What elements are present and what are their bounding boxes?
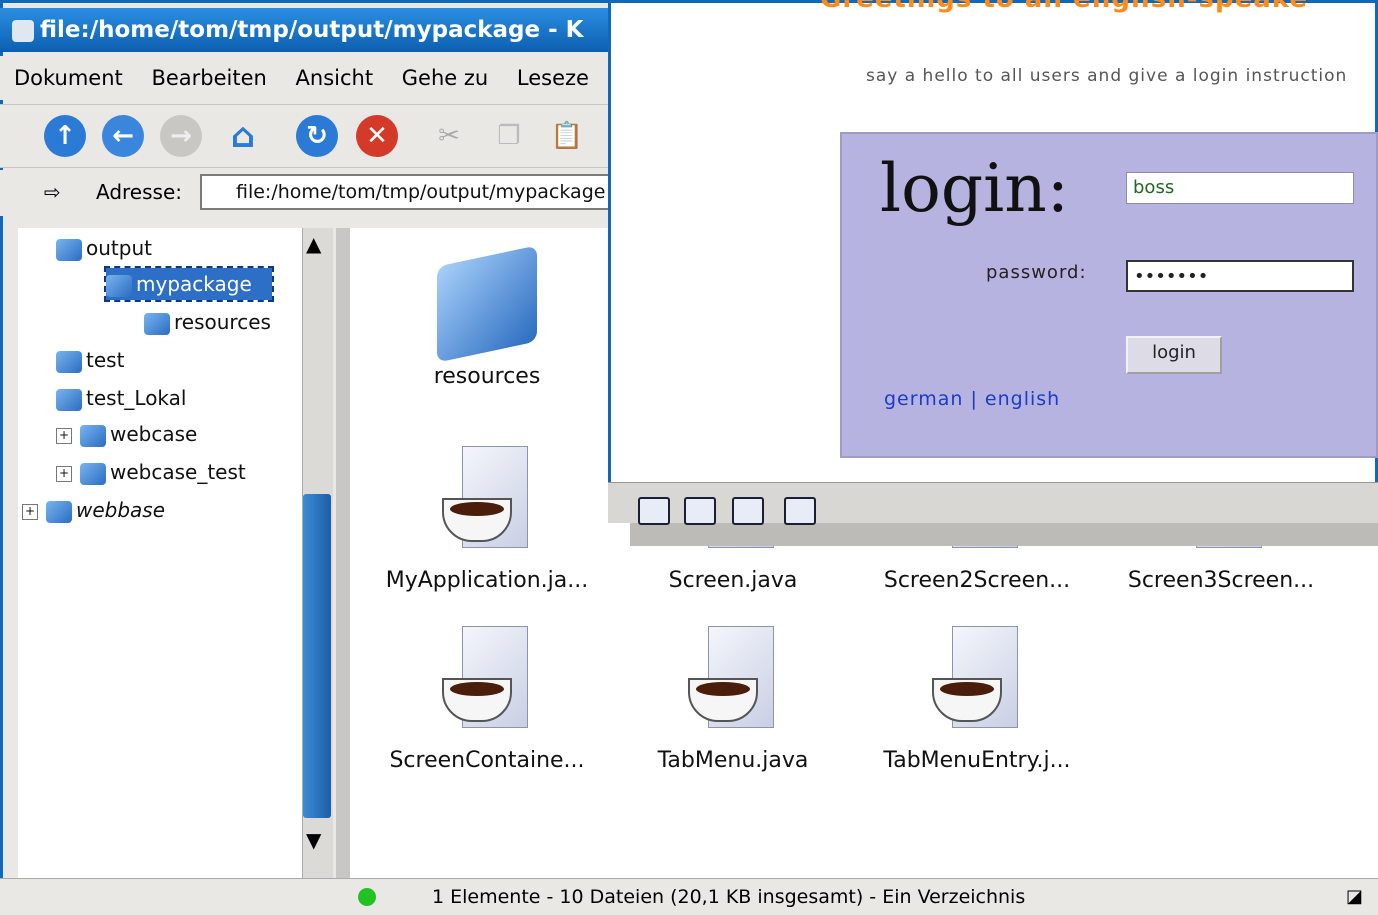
tree-item-webcase-test[interactable]: + webcase_test — [56, 456, 246, 488]
password-input[interactable]: ••••••• — [1126, 260, 1354, 292]
java-file-icon — [442, 446, 532, 556]
folder-icon — [46, 500, 72, 523]
file-item-tabmenu[interactable]: TabMenu.java — [608, 626, 858, 773]
folder-icon — [56, 238, 82, 261]
tree-item-mypackage[interactable]: mypackage — [104, 266, 274, 302]
toolbar: ↑ ← → ⌂ ↻ ✕ ✂ ❐ 📋 — [0, 104, 630, 168]
home-icon[interactable]: ⌂ — [222, 115, 264, 157]
tree-item-resources[interactable]: resources — [144, 306, 271, 338]
tree-item-output[interactable]: output — [56, 232, 152, 264]
expand-icon[interactable]: + — [56, 465, 72, 482]
statusbar: 1 Elemente - 10 Dateien (20,1 KB insgesa… — [350, 878, 1378, 915]
expand-icon[interactable]: + — [22, 503, 38, 520]
folder-icon — [56, 350, 82, 373]
composer-icon[interactable] — [732, 497, 764, 525]
status-led-icon — [358, 888, 376, 906]
location-input[interactable]: file:/home/tom/tmp/output/mypackage — [200, 174, 620, 210]
arrow-up-icon[interactable]: ↑ — [44, 115, 86, 157]
paste-icon[interactable]: 📋 — [546, 115, 588, 157]
tree-item-test[interactable]: test — [56, 344, 124, 376]
tree-item-webcase[interactable]: + webcase — [56, 418, 197, 450]
menu-ansicht[interactable]: Ansicht — [296, 66, 374, 90]
menu-dokument[interactable]: Dokument — [14, 66, 123, 90]
menu-bearbeiten[interactable]: Bearbeiten — [151, 66, 266, 90]
copy-icon[interactable]: ❐ — [488, 115, 530, 157]
page-greeting: Greetings to all english-speake — [820, 0, 1378, 14]
location-bar: ⇨ Adresse: file:/home/tom/tmp/output/myp… — [0, 170, 630, 216]
page-subtitle: say a hello to all users and give a logi… — [866, 66, 1348, 86]
file-item-screencontainer[interactable]: ScreenContaine... — [362, 626, 612, 773]
language-links[interactable]: german | english — [884, 388, 1060, 410]
java-file-icon — [442, 626, 532, 736]
file-item-tabmenuentry[interactable]: TabMenuEntry.j... — [852, 626, 1102, 773]
password-label: password: — [986, 262, 1087, 283]
status-text: 1 Elemente - 10 Dateien (20,1 KB insgesa… — [432, 886, 1026, 908]
login-button[interactable]: login — [1126, 336, 1222, 374]
statusbar-left — [0, 878, 350, 915]
folder-icon — [56, 388, 82, 411]
navigator-icon[interactable] — [638, 497, 670, 525]
location-label: Adresse: — [96, 180, 182, 204]
java-file-icon — [932, 626, 1022, 736]
pane-divider[interactable] — [336, 228, 350, 878]
folder-icon — [144, 312, 170, 335]
window-titlebar[interactable]: file:/home/tom/tmp/output/mypackage - K — [0, 8, 630, 52]
menu-lesezeichen[interactable]: Leseze — [517, 66, 589, 90]
folder-icon — [106, 274, 132, 297]
folder-icon — [80, 462, 106, 485]
folder-icon — [80, 424, 106, 447]
tree-item-test-lokal[interactable]: test_Lokal — [56, 382, 186, 414]
arrow-left-icon[interactable]: ← — [102, 115, 144, 157]
mail-icon[interactable] — [684, 497, 716, 525]
tree-scroll-thumb[interactable] — [303, 494, 331, 818]
stop-icon[interactable]: ✕ — [356, 115, 398, 157]
app-icon — [12, 19, 34, 42]
username-input[interactable]: boss — [1126, 172, 1354, 204]
login-heading: login: — [880, 150, 1069, 227]
scroll-up-icon[interactable]: ▲ — [306, 232, 321, 256]
expand-icon[interactable]: + — [56, 427, 72, 444]
file-item-myapplication[interactable]: MyApplication.ja... — [362, 446, 612, 593]
window-shadow — [630, 522, 1378, 546]
reload-icon[interactable]: ↻ — [296, 115, 338, 157]
window-title: file:/home/tom/tmp/output/mypackage - K — [40, 17, 584, 43]
resize-grip-icon[interactable]: ◪ — [1346, 879, 1363, 915]
menu-gehe-zu[interactable]: Gehe zu — [402, 66, 488, 90]
folder-icon — [437, 245, 537, 363]
browser-statusbar — [608, 482, 1378, 525]
cut-icon[interactable]: ✂ — [428, 115, 470, 157]
menubar: Dokument Bearbeiten Ansicht Gehe zu Lese… — [0, 56, 630, 100]
arrow-right-icon[interactable]: → — [160, 115, 202, 157]
addressbook-icon[interactable] — [784, 497, 816, 525]
file-item-resources[interactable]: resources — [362, 245, 612, 389]
tree-item-webbase[interactable]: + webbase — [22, 494, 165, 526]
location-icon: ⇨ — [44, 180, 61, 204]
scroll-down-icon[interactable]: ▼ — [306, 828, 321, 852]
java-file-icon — [688, 626, 778, 736]
